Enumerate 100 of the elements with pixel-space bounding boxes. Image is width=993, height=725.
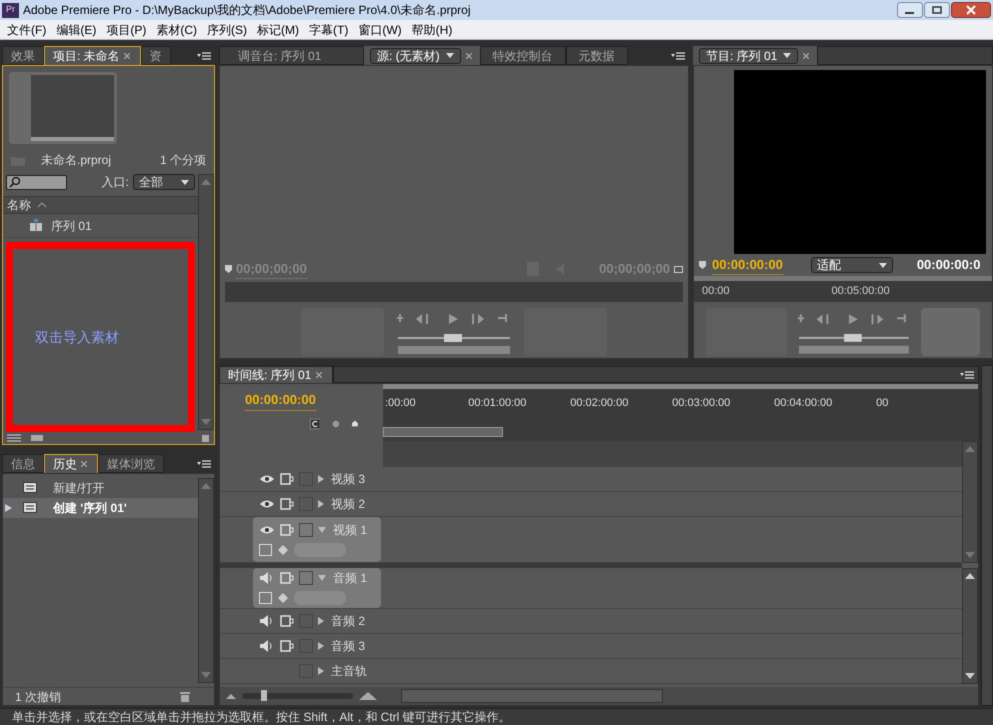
monitor-tab[interactable]: 源: (无素材) [364, 46, 480, 65]
menu-item[interactable]: 标记(M) [252, 20, 304, 38]
panel-menu-icon[interactable] [671, 52, 685, 60]
panel-menu-icon[interactable] [197, 460, 211, 468]
panel-tab[interactable]: 效果 [2, 46, 44, 65]
entry-label: 入口: [102, 174, 129, 191]
timeline-ruler[interactable]: :00:00 00:01:00:00 00:02:00:00 00:03:00:00 00:04:00:00 00 [383, 384, 978, 441]
track-header[interactable]: 视频 2 [253, 492, 381, 516]
annotation-text: 双击导入素材 [35, 328, 119, 346]
zoom-slider-track[interactable] [242, 693, 353, 699]
home-icon[interactable] [352, 419, 358, 428]
project-file-name: 未命名.prproj [41, 152, 112, 169]
zoom-out-icon[interactable] [226, 694, 236, 698]
track-name: 视频 1 [333, 522, 368, 538]
timeline-tab[interactable]: 时间线: 序列 01 [219, 366, 334, 383]
project-item[interactable]: 序列 01 [3, 214, 198, 238]
menu-item[interactable]: 窗口(W) [353, 20, 407, 38]
track-lock-icon[interactable] [280, 640, 294, 652]
expand-triangle-icon[interactable] [318, 500, 324, 508]
source-dropdown[interactable]: 源: (无素材) [370, 48, 461, 64]
menu-item[interactable]: 字幕(T) [304, 20, 354, 38]
expand-triangle-icon[interactable] [318, 667, 324, 675]
column-header[interactable]: 名称 [3, 196, 198, 214]
track-lock-icon[interactable] [280, 615, 294, 627]
expand-triangle-icon[interactable] [318, 617, 324, 625]
scroll-up-icon[interactable] [965, 573, 975, 579]
history-entry[interactable]: 新建/打开 [3, 478, 198, 498]
expand-triangle-icon[interactable] [318, 475, 324, 483]
ruler-label: :00:00 [385, 396, 417, 411]
scroll-down-icon[interactable] [965, 673, 975, 679]
menu-item[interactable]: 编辑(E) [51, 20, 102, 38]
panel-tab[interactable]: 媒体浏览 [98, 454, 164, 473]
collapse-triangle-icon[interactable] [318, 526, 326, 532]
track-lock-icon[interactable] [280, 572, 294, 584]
display-style-icon[interactable] [259, 592, 272, 604]
panel-tab[interactable]: 历史 [44, 454, 98, 473]
panel-menu-icon[interactable] [960, 370, 974, 378]
trash-icon[interactable] [180, 691, 190, 702]
collapse-triangle-icon[interactable] [318, 575, 326, 581]
ruler-label: 00:04:00:00 [774, 396, 834, 411]
caret-icon [878, 262, 887, 268]
close-icon[interactable] [951, 2, 991, 18]
caret-icon [181, 180, 189, 184]
zoom-dropdown[interactable]: 适配 [810, 257, 893, 273]
program-tab-label: 节目: 序列 01 [706, 48, 778, 64]
keyframe-icon[interactable] [278, 593, 288, 603]
track-name: 音频 2 [331, 613, 366, 630]
search-field[interactable] [6, 174, 67, 190]
panel-menu-icon[interactable] [197, 52, 211, 60]
track-lock-icon[interactable] [280, 524, 294, 536]
zoom-slider-thumb[interactable] [261, 690, 268, 701]
expand-triangle-icon[interactable] [318, 642, 324, 650]
caret-icon [783, 53, 792, 58]
trash-icon[interactable] [201, 434, 210, 442]
history-entry[interactable]: 创建 '序列 01' [3, 498, 198, 518]
status-text: 单击并选择，或在空白区域单击并拖拉为选取框。按住 Shift，Alt，和 Ctrl 键可进行其它操作。 [12, 709, 511, 725]
program-time-ruler[interactable]: 00:00 00:05:00:00 [694, 276, 992, 302]
menu-item[interactable]: 项目(P) [101, 20, 152, 38]
ruler-label: 00:03:00:00 [672, 396, 732, 411]
track-target-box[interactable] [299, 522, 313, 536]
track-header[interactable]: 音频 3 [253, 634, 381, 658]
undo-count: 1 次撤销 [15, 688, 62, 706]
panel-tab[interactable]: 信息 [2, 454, 44, 473]
menu-item[interactable]: 文件(F) [2, 20, 52, 38]
monitor-tab[interactable]: 节目: 序列 01 [693, 46, 818, 65]
track-name: 视频 3 [331, 471, 366, 488]
menu-item[interactable]: 帮助(H) [406, 20, 458, 38]
zoom-in-icon[interactable] [359, 692, 377, 700]
entry-dropdown[interactable]: 全部 [133, 174, 195, 190]
menu-item[interactable]: 序列(S) [202, 20, 252, 38]
monitor-tab[interactable]: 元数据 [566, 46, 628, 65]
monitor-tab[interactable]: 调音台: 序列 01 [219, 46, 364, 65]
current-state-icon [5, 504, 12, 512]
item-count: 1 个分项 [160, 152, 206, 169]
track-name: 音频 3 [331, 638, 366, 655]
vertical-scrollbar[interactable] [962, 568, 978, 684]
ruler-label: 00:02:00:00 [570, 396, 630, 411]
panel-tab[interactable]: 资 [140, 46, 171, 65]
timeline-timecode[interactable]: 00:00:00:00 [245, 390, 316, 410]
menu-item[interactable]: 素材(C) [151, 20, 202, 38]
ruler-label: 00 [876, 396, 890, 411]
monitor-tab[interactable]: 特效控制台 [480, 46, 566, 65]
safe-margins-icon[interactable] [674, 266, 683, 272]
list-view-icon[interactable] [7, 434, 21, 442]
work-area-bar[interactable] [383, 427, 503, 437]
track-lock-icon[interactable] [280, 473, 294, 485]
program-duration: 00:00:00:0 [916, 256, 980, 274]
track-target-box[interactable] [299, 571, 313, 585]
track-header[interactable]: 主音轨 [253, 659, 381, 683]
minimize-icon[interactable] [897, 2, 923, 18]
track-header[interactable]: 视频 3 [253, 467, 381, 491]
keyframe-icon[interactable] [278, 544, 288, 554]
track-header[interactable]: 音频 2 [253, 609, 381, 633]
track-lock-icon[interactable] [280, 498, 294, 510]
display-style-icon[interactable] [259, 544, 272, 556]
restore-icon[interactable] [924, 2, 950, 18]
track-name: 主音轨 [331, 663, 367, 680]
panel-tab[interactable]: 项目: 未命名 [44, 46, 141, 65]
program-timecode[interactable]: 00:00:00:00 [712, 254, 783, 276]
window-title: Adobe Premiere Pro - D:\MyBackup\我的文档\Adobe\Premiere Pro\4.0\未命名.prproj [23, 2, 470, 19]
